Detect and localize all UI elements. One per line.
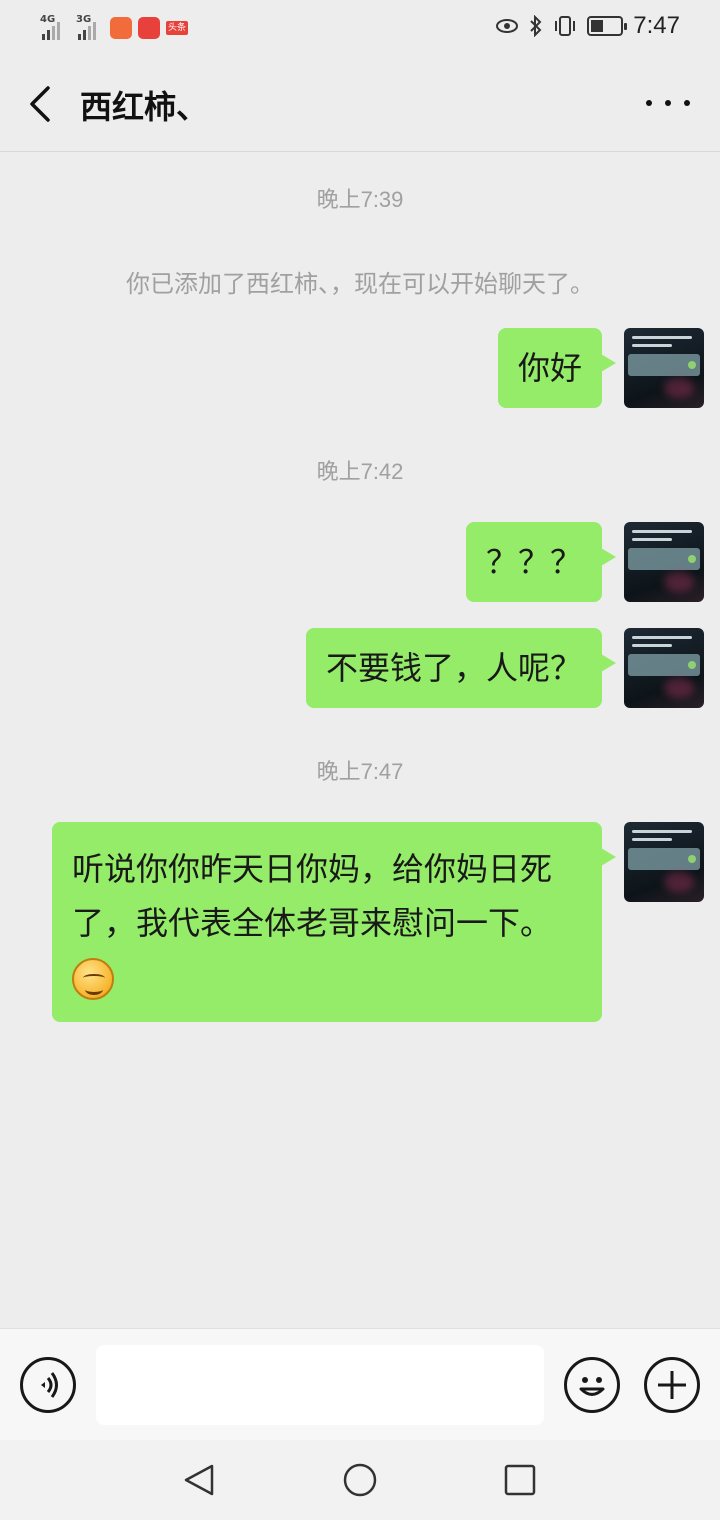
chat-header: 西红柿、	[0, 56, 720, 152]
message-row: 不要钱了，人呢？	[305, 628, 704, 708]
chat-title: 西红柿、	[80, 88, 209, 126]
message-bubble[interactable]: 不要钱了，人呢？	[305, 628, 617, 708]
square-recents-icon	[504, 1464, 536, 1496]
circle-home-icon	[343, 1463, 377, 1497]
system-notice: 你已添加了西红柿、，现在可以开始聊天了。	[126, 270, 594, 298]
nav-home-button[interactable]	[342, 1462, 378, 1498]
network-type-label: 4G	[40, 14, 56, 25]
voice-icon	[41, 1372, 58, 1398]
message-row: ？？？	[465, 522, 704, 602]
bluetooth-icon	[530, 15, 542, 37]
more-actions-button[interactable]	[644, 1357, 700, 1413]
smiley-icon	[579, 1377, 605, 1396]
plus-icon	[658, 1371, 686, 1399]
back-button[interactable]	[24, 84, 60, 124]
avatar[interactable]	[624, 522, 704, 602]
status-bar: 4G 3G 头条 7:47	[0, 0, 720, 56]
message-row: 听说你你昨天日你妈，给你妈日死了，我代表全体老哥来慰问一下。	[52, 822, 704, 1022]
voice-button[interactable]	[20, 1357, 76, 1413]
dot-icon	[665, 100, 671, 106]
avatar[interactable]	[624, 628, 704, 708]
status-left: 4G 3G 头条	[40, 14, 189, 42]
input-bar	[0, 1328, 720, 1440]
nav-recents-button[interactable]	[502, 1462, 538, 1498]
message-input[interactable]	[96, 1345, 544, 1425]
system-nav-bar	[0, 1440, 720, 1520]
emoji-button[interactable]	[564, 1357, 620, 1413]
signal-icon: 4G	[40, 14, 60, 40]
message-bubble[interactable]: 听说你你昨天日你妈，给你妈日死了，我代表全体老哥来慰问一下。	[52, 822, 616, 1022]
more-options-button[interactable]	[646, 90, 690, 116]
toutiao-app-icon: 头条	[166, 21, 189, 35]
timestamp: 晚上7:47	[316, 759, 404, 784]
vibrate-icon	[555, 16, 576, 36]
network-type-label: 3G	[76, 14, 92, 25]
message-row: 你好	[497, 328, 704, 408]
nav-back-button[interactable]	[182, 1462, 218, 1498]
chevron-left-icon	[30, 86, 50, 122]
timestamp: 晚上7:42	[316, 459, 404, 484]
avatar[interactable]	[624, 822, 704, 902]
signal-icon: 3G	[76, 14, 96, 40]
smirk-emoji-icon	[72, 958, 114, 1000]
video-app-icon	[110, 17, 132, 39]
eye-icon	[496, 19, 519, 33]
dot-icon	[684, 100, 690, 106]
status-right: 7:47	[495, 12, 680, 40]
timestamp: 晚上7:39	[316, 187, 404, 212]
message-text: 听说你你昨天日你妈，给你妈日死了，我代表全体老哥来慰问一下。	[72, 850, 553, 942]
avatar[interactable]	[624, 328, 704, 408]
triangle-back-icon	[184, 1464, 214, 1496]
battery-icon	[587, 16, 628, 36]
dot-icon	[646, 100, 652, 106]
message-bubble[interactable]: 你好	[497, 328, 617, 408]
news-app-icon	[138, 17, 160, 39]
message-bubble[interactable]: ？？？	[465, 522, 617, 602]
status-time: 7:47	[633, 12, 680, 39]
